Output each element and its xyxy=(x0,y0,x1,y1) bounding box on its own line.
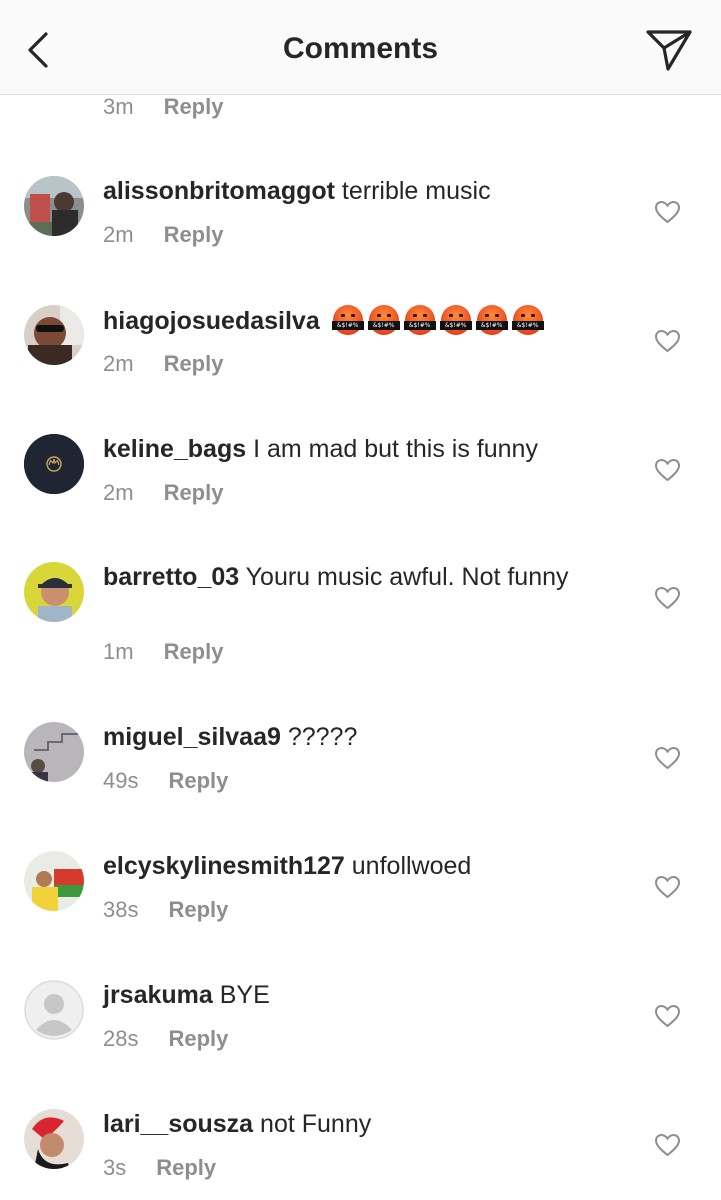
comment-username[interactable]: hiagojosuedasilva xyxy=(103,307,320,335)
header-bar: Comments xyxy=(0,0,721,95)
heart-icon[interactable] xyxy=(654,329,681,353)
comment-text: elcyskylinesmith127 unfollwoed xyxy=(103,851,623,882)
comment-time: 49s xyxy=(103,768,139,793)
comment-time: 1m xyxy=(103,639,134,664)
heart-icon[interactable] xyxy=(654,1004,681,1028)
avatar[interactable] xyxy=(24,434,84,494)
comment-text: alissonbritomaggot terrible music xyxy=(103,176,623,207)
heart-icon[interactable] xyxy=(654,200,681,224)
comment-item: barretto_03 Youru music awful. Not funny… xyxy=(0,562,721,682)
comment-item: jrsakuma BYE 28s Reply xyxy=(0,980,721,1100)
comment-meta: 1m Reply xyxy=(103,639,223,665)
comment-time: 38s xyxy=(103,897,139,922)
comment-body: BYE xyxy=(219,981,270,1009)
comment-item: hiagojosuedasilva 2m Reply xyxy=(0,305,721,425)
comment-text: keline_bags I am mad but this is funny xyxy=(103,434,623,465)
comment-username[interactable]: alissonbritomaggot xyxy=(103,177,335,205)
comment-username[interactable]: keline_bags xyxy=(103,435,246,463)
reply-button[interactable]: Reply xyxy=(164,351,224,376)
comment-body: not Funny xyxy=(260,1110,372,1138)
comment-meta: 2m Reply xyxy=(103,480,223,506)
heart-icon[interactable] xyxy=(654,586,681,610)
reply-button[interactable]: Reply xyxy=(164,639,224,664)
cursing-face-icon xyxy=(331,305,364,335)
avatar[interactable] xyxy=(24,1109,84,1169)
reply-button[interactable]: Reply xyxy=(168,897,228,922)
comment-text: miguel_silvaa9 ????? xyxy=(103,722,623,753)
comment-body: ????? xyxy=(287,723,358,751)
reply-button[interactable]: Reply xyxy=(164,480,224,505)
comment-item: miguel_silvaa9 ????? 49s Reply xyxy=(0,722,721,842)
comment-meta: 28s Reply xyxy=(103,1026,228,1052)
cursing-face-icon xyxy=(439,305,472,335)
heart-icon[interactable] xyxy=(654,746,681,770)
avatar[interactable] xyxy=(24,562,84,622)
comment-item: elcyskylinesmith127 unfollwoed 38s Reply xyxy=(0,851,721,971)
comment-body: I am mad but this is funny xyxy=(253,435,538,463)
comment-meta: 49s Reply xyxy=(103,768,228,794)
reply-button[interactable]: Reply xyxy=(156,1155,216,1180)
page-title: Comments xyxy=(282,32,439,65)
comment-body: unfollwoed xyxy=(351,852,472,880)
cursing-face-icon xyxy=(511,305,544,335)
comment-username[interactable]: lari__sousza xyxy=(103,1110,253,1138)
avatar[interactable] xyxy=(24,176,84,236)
heart-icon[interactable] xyxy=(654,1133,681,1157)
comment-time: 3s xyxy=(103,1155,127,1180)
comment-time: 3m xyxy=(103,94,134,119)
avatar[interactable] xyxy=(24,851,84,911)
reply-button[interactable]: Reply xyxy=(168,1026,228,1051)
comment-time: 28s xyxy=(103,1026,139,1051)
comment-time: 2m xyxy=(103,351,134,376)
avatar[interactable] xyxy=(24,305,84,365)
comment-body: Youru music awful. Not funny xyxy=(245,563,569,591)
comment-item: keline_bags I am mad but this is funny 2… xyxy=(0,434,721,554)
comment-time: 2m xyxy=(103,480,134,505)
comment-meta: 2m Reply xyxy=(103,351,223,377)
previous-comment-meta: 3m Reply xyxy=(103,94,223,120)
paper-plane-icon[interactable] xyxy=(645,26,693,72)
avatar[interactable] xyxy=(24,722,84,782)
comment-text: lari__sousza not Funny xyxy=(103,1109,623,1140)
comment-text: barretto_03 Youru music awful. Not funny xyxy=(103,562,623,593)
comment-text: jrsakuma BYE xyxy=(103,980,623,1011)
comment-time: 2m xyxy=(103,222,134,247)
comment-username[interactable]: miguel_silvaa9 xyxy=(103,723,281,751)
cursing-face-icon xyxy=(403,305,436,335)
comment-body: terrible music xyxy=(341,177,491,205)
reply-button[interactable]: Reply xyxy=(168,768,228,793)
comment-meta: 2m Reply xyxy=(103,222,223,248)
comment-item: alissonbritomaggot terrible music 2m Repl… xyxy=(0,176,721,296)
comment-meta: 38s Reply xyxy=(103,897,228,923)
heart-icon[interactable] xyxy=(654,458,681,482)
cursing-face-icon xyxy=(475,305,508,335)
reply-button[interactable]: Reply xyxy=(164,222,224,247)
comment-item: lari__sousza not Funny 3s Reply xyxy=(0,1109,721,1200)
heart-icon[interactable] xyxy=(654,875,681,899)
cursing-face-emoji xyxy=(331,305,549,335)
comment-username[interactable]: jrsakuma xyxy=(103,981,213,1009)
comment-username[interactable]: elcyskylinesmith127 xyxy=(103,852,345,880)
cursing-face-icon xyxy=(367,305,400,335)
reply-button[interactable]: Reply xyxy=(164,94,224,119)
comment-meta: 3s Reply xyxy=(103,1155,216,1181)
default-avatar-icon[interactable] xyxy=(24,980,84,1040)
comment-username[interactable]: barretto_03 xyxy=(103,563,239,591)
comment-text: hiagojosuedasilva xyxy=(103,305,623,337)
